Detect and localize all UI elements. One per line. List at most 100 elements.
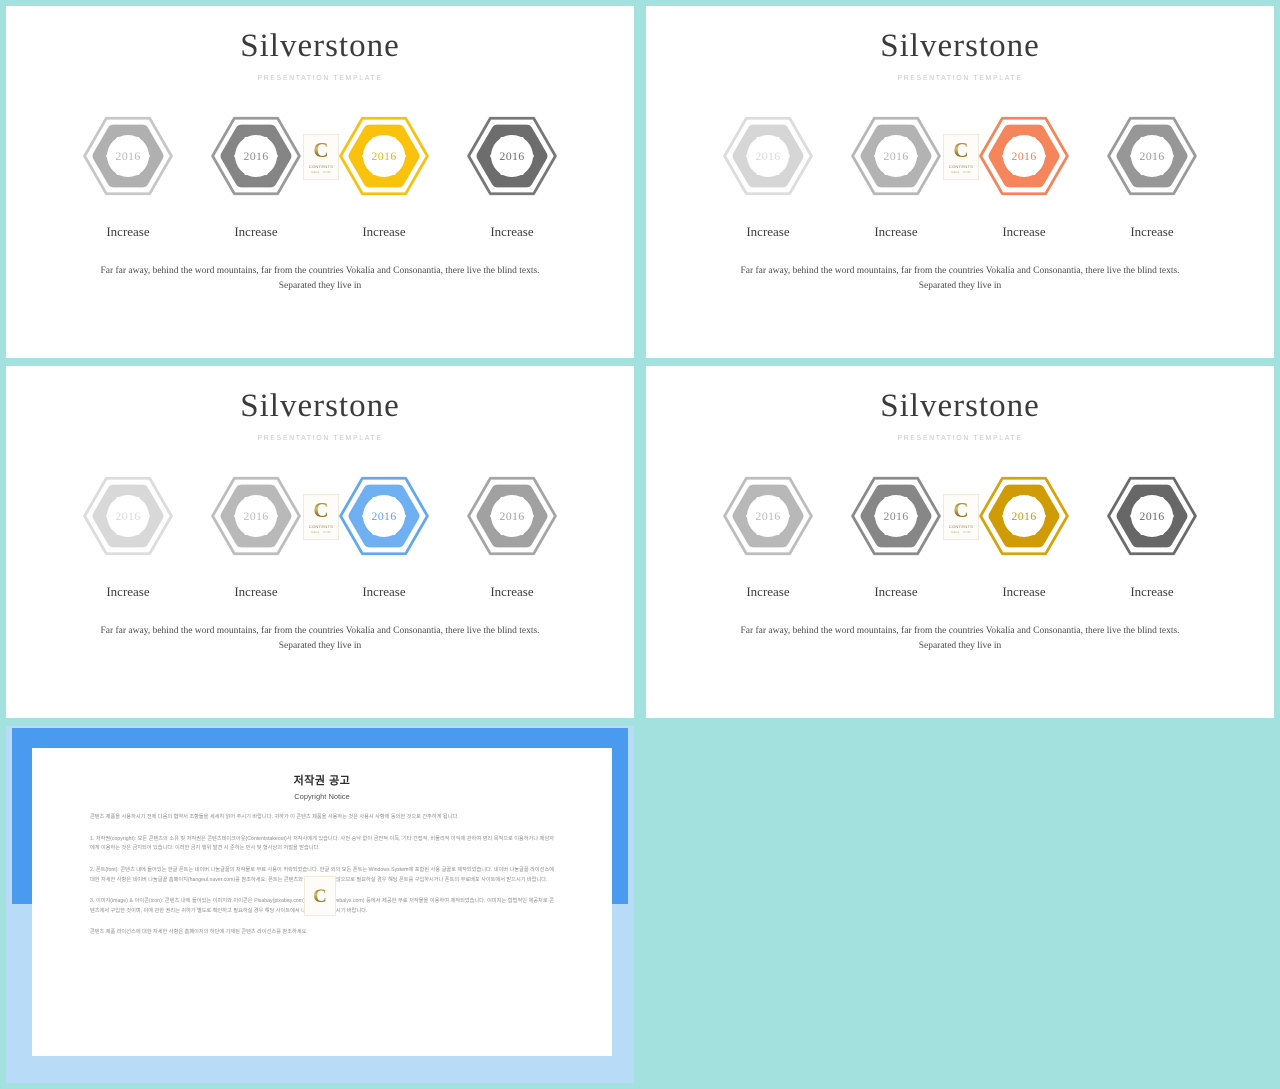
hexagon-center: 2016 (1003, 495, 1045, 537)
hexagon-year-label: 2016 (883, 149, 909, 163)
hexagon-caption: Increase (746, 224, 790, 239)
hexagon-center: 2016 (363, 135, 405, 177)
hexagon-item-1[interactable]: 2016 Increase (80, 470, 176, 600)
hexagon-item-1[interactable]: 2016 Increase (80, 110, 176, 240)
slide-2[interactable]: Silverstone PRESENTATION TEMPLATE 2016 Incr… (646, 6, 1274, 358)
contents-watermark-icon: C CONTENTS REAL . COM (943, 134, 979, 180)
hexagon-item-2[interactable]: 2016 Increase (848, 470, 944, 600)
copyright-subtitle: Copyright Notice (294, 792, 350, 801)
hexagon-row: 2016 Increase 2016 Increase 2016 Increase 2016… (6, 110, 634, 240)
slide-4[interactable]: Silverstone PRESENTATION TEMPLATE 2016 Incr… (646, 366, 1274, 718)
hexagon-center: 2016 (235, 495, 277, 537)
hexagon-center: 2016 (107, 495, 149, 537)
slide-3[interactable]: Silverstone PRESENTATION TEMPLATE 2016 Incr… (6, 366, 634, 718)
hexagon-year-label: 2016 (499, 509, 525, 523)
hexagon-center: 2016 (235, 135, 277, 177)
watermark-line1: CONTENTS (308, 164, 334, 169)
hexagon-center: 2016 (875, 135, 917, 177)
hexagon-badge-icon: 2016 (850, 470, 942, 562)
copyright-paragraph: 콘텐츠 제품을 사용하시기 전에 다음의 협약서 조항들을 세세히 읽어 주시기… (90, 814, 459, 820)
hexagon-row: 2016 Increase 2016 Increase 2016 Increase 2016… (646, 470, 1274, 600)
contents-watermark-icon: C CONTENTS REAL . COM (303, 134, 339, 180)
copyright-title: 저작권 공고 (293, 775, 351, 787)
slide-body-text: Far far away, behind the word mountains,… (100, 626, 540, 651)
copyright-paragraph: 1. 저작권(copyright): 모든 콘텐츠의 소유 및 저작권은 콘텐츠… (90, 835, 554, 852)
hexagon-item-4[interactable]: 2016 Increase (464, 110, 560, 240)
contents-watermark-icon: C CONTENTS REAL . COM (943, 494, 979, 540)
hexagon-badge-icon: 2016 (338, 110, 430, 202)
hexagon-center: 2016 (107, 135, 149, 177)
hexagon-year-label: 2016 (1011, 149, 1037, 163)
hexagon-badge-icon: 2016 (210, 110, 302, 202)
hexagon-badge-icon: 2016 (978, 470, 1070, 562)
watermark-letter: C (953, 138, 969, 162)
hexagon-year-label: 2016 (883, 509, 909, 523)
hexagon-row: 2016 Increase 2016 Increase 2016 Increase 2016… (646, 110, 1274, 240)
hexagon-badge-icon: 2016 (338, 470, 430, 562)
hexagon-item-4[interactable]: 2016 Increase (1104, 110, 1200, 240)
hexagon-caption: Increase (106, 224, 150, 239)
hexagon-year-label: 2016 (755, 509, 781, 523)
slide-subtitle: PRESENTATION TEMPLATE (897, 75, 1023, 82)
hexagon-row: 2016 Increase 2016 Increase 2016 Increase 2016… (6, 470, 634, 600)
hexagon-badge-icon: 2016 (1106, 110, 1198, 202)
contents-watermark-icon: C (304, 876, 336, 916)
hexagon-item-4[interactable]: 2016 Increase (464, 470, 560, 600)
contents-watermark-icon: C CONTENTS REAL . COM (303, 494, 339, 540)
hexagon-item-2[interactable]: 2016 Increase (848, 110, 944, 240)
slide-title: Silverstone (880, 28, 1040, 64)
hexagon-item-1[interactable]: 2016 Increase (720, 110, 816, 240)
hexagon-item-2[interactable]: 2016 Increase (208, 470, 304, 600)
watermark-letter: C (313, 498, 329, 522)
slide-title: Silverstone (880, 388, 1040, 424)
hexagon-item-3[interactable]: 2016 Increase (336, 470, 432, 600)
watermark-letter: C (953, 498, 969, 522)
hexagon-center: 2016 (875, 495, 917, 537)
watermark-line2: REAL . COM (311, 170, 331, 174)
hexagon-item-4[interactable]: 2016 Increase (1104, 470, 1200, 600)
hexagon-item-2[interactable]: 2016 Increase (208, 110, 304, 240)
hexagon-badge-icon: 2016 (1106, 470, 1198, 562)
hexagon-caption: Increase (490, 224, 534, 239)
hexagon-item-3[interactable]: 2016 Increase (976, 470, 1072, 600)
hexagon-caption: Increase (362, 584, 406, 599)
hexagon-badge-icon: 2016 (466, 470, 558, 562)
hexagon-item-3[interactable]: 2016 Increase (976, 110, 1072, 240)
hexagon-year-label: 2016 (371, 509, 397, 523)
hexagon-year-label: 2016 (1139, 509, 1165, 523)
copyright-panel: 저작권 공고 Copyright Notice 콘텐츠 제품을 사용하시기 전에… (6, 726, 634, 1083)
hexagon-caption: Increase (1130, 224, 1174, 239)
hexagon-item-3[interactable]: 2016 Increase (336, 110, 432, 240)
hexagon-badge-icon: 2016 (722, 470, 814, 562)
hexagon-year-label: 2016 (115, 149, 141, 163)
slide-subtitle: PRESENTATION TEMPLATE (897, 435, 1023, 442)
hexagon-item-1[interactable]: 2016 Increase (720, 470, 816, 600)
hexagon-center: 2016 (491, 495, 533, 537)
hexagon-year-label: 2016 (755, 149, 781, 163)
hexagon-caption: Increase (874, 224, 918, 239)
hexagon-caption: Increase (234, 584, 278, 599)
watermark-line1: CONTENTS (948, 524, 974, 529)
slide-title: Silverstone (240, 388, 400, 424)
hexagon-year-label: 2016 (243, 149, 269, 163)
slide-body-text: Far far away, behind the word mountains,… (100, 266, 540, 291)
hexagon-center: 2016 (747, 495, 789, 537)
hexagon-badge-icon: 2016 (466, 110, 558, 202)
hexagon-caption: Increase (1002, 224, 1046, 239)
hexagon-caption: Increase (106, 584, 150, 599)
watermark-line1: CONTENTS (308, 524, 334, 529)
hexagon-year-label: 2016 (243, 509, 269, 523)
hexagon-center: 2016 (491, 135, 533, 177)
hexagon-badge-icon: 2016 (82, 470, 174, 562)
hexagon-year-label: 2016 (371, 149, 397, 163)
slide-subtitle: PRESENTATION TEMPLATE (257, 75, 383, 82)
hexagon-caption: Increase (746, 584, 790, 599)
hexagon-caption: Increase (234, 224, 278, 239)
slide-title: Silverstone (240, 28, 400, 64)
hexagon-caption: Increase (874, 584, 918, 599)
hexagon-caption: Increase (1002, 584, 1046, 599)
watermark-line2: REAL . COM (951, 170, 971, 174)
slide-1[interactable]: Silverstone PRESENTATION TEMPLATE 2016 Incr… (6, 6, 634, 358)
watermark-line2: REAL . COM (951, 530, 971, 534)
hexagon-year-label: 2016 (1139, 149, 1165, 163)
